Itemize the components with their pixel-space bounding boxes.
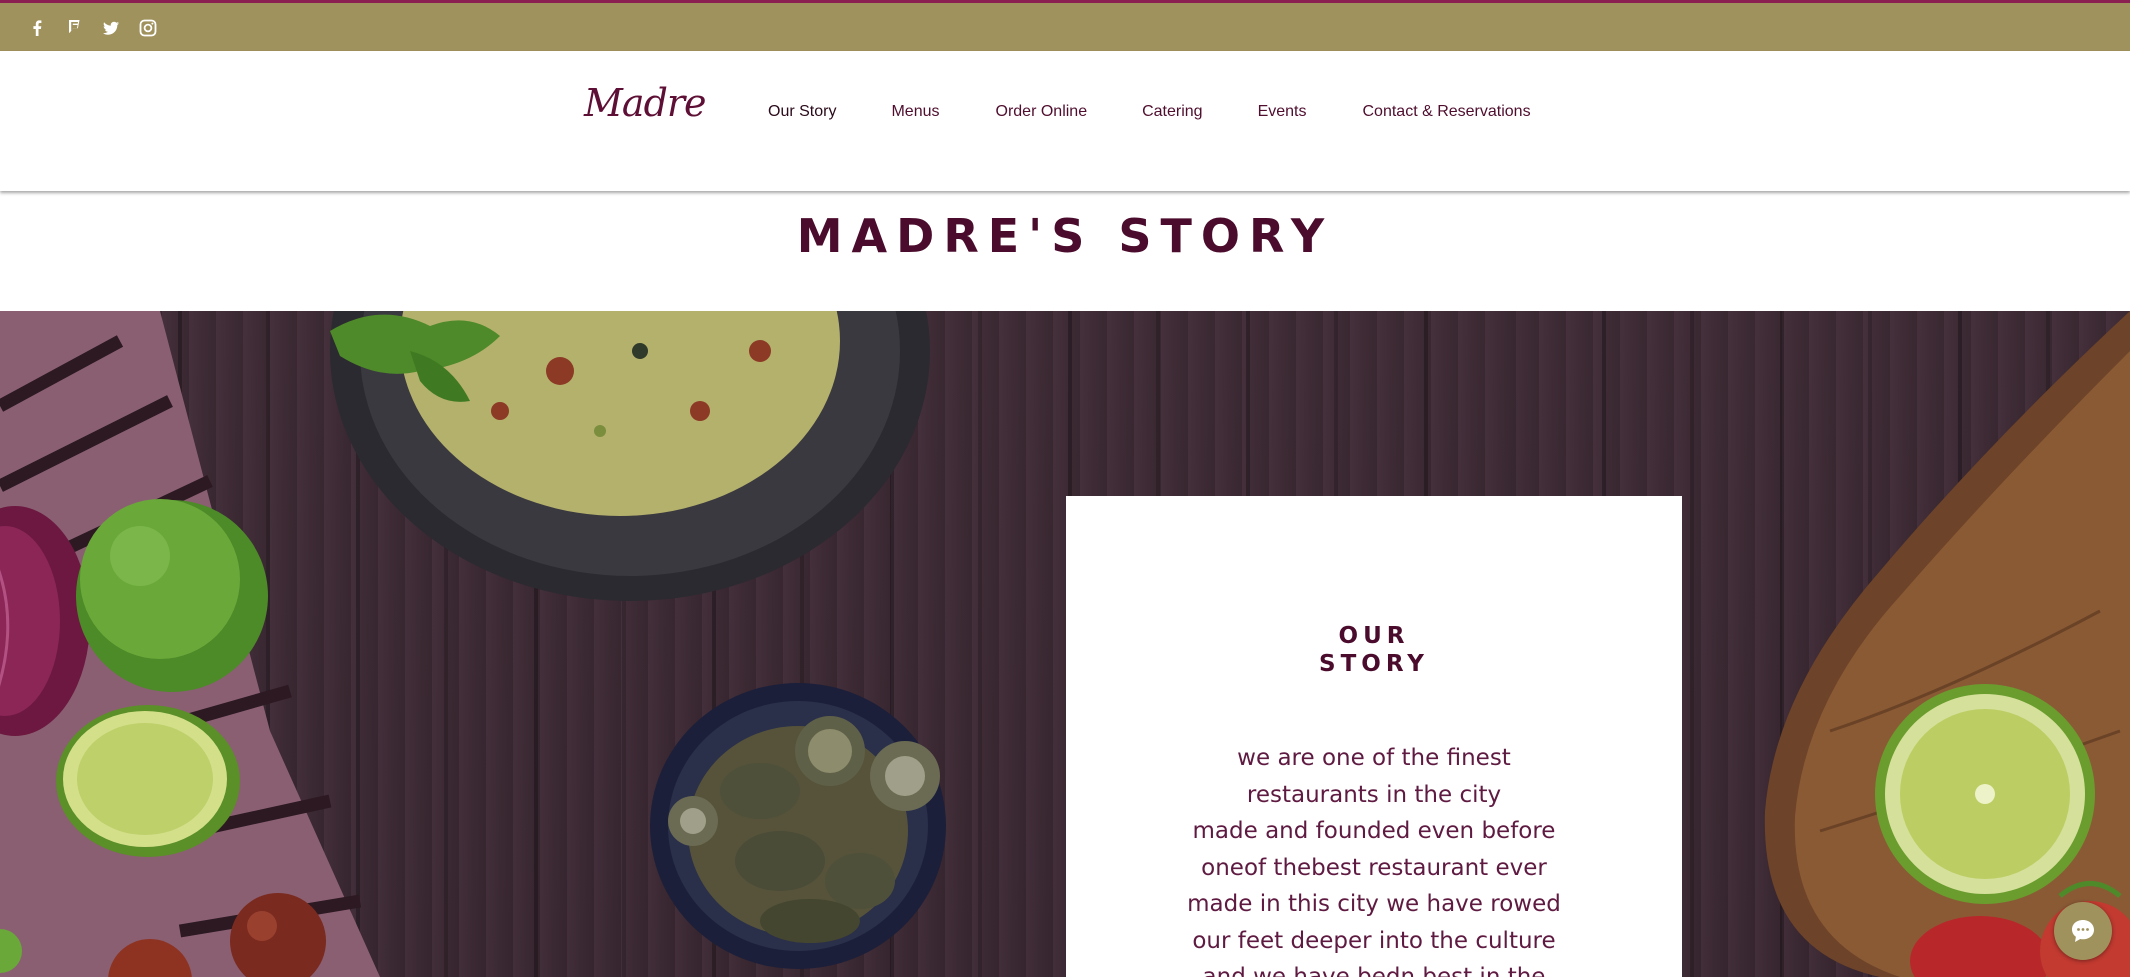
story-line: our feet deeper into the culture — [1192, 927, 1556, 954]
nav-our-story[interactable]: Our Story — [768, 103, 836, 121]
story-line: made in this city we have rowed — [1187, 891, 1561, 917]
cut-lime-right — [1875, 684, 2095, 904]
instagram-icon[interactable] — [138, 18, 158, 38]
hero-background-image — [0, 311, 2130, 977]
site-logo[interactable]: Madre — [584, 81, 707, 125]
our-story-card: OUR STORY we are one of the finest resta… — [1066, 496, 1682, 977]
site-header: Madre Our Story Menus Order Online Cater… — [0, 51, 2130, 191]
title-band: MADRE'S STORY — [0, 191, 2130, 311]
story-line: made and founded even before — [1192, 818, 1556, 844]
main-nav: Our Story Menus Order Online Catering Ev… — [768, 103, 1531, 121]
story-line: and we have bedn best in the — [1202, 964, 1546, 977]
story-line: restaurants in the city — [1246, 781, 1502, 808]
nav-catering[interactable]: Catering — [1142, 103, 1202, 121]
story-heading-line1: OUR — [1338, 623, 1410, 649]
jalapeno-bowl — [650, 683, 946, 969]
cut-lime-left — [56, 705, 240, 857]
chat-widget-button[interactable] — [2054, 902, 2112, 960]
nav-order-online[interactable]: Order Online — [996, 103, 1088, 121]
nav-events[interactable]: Events — [1258, 103, 1307, 121]
twitter-icon[interactable] — [101, 18, 121, 38]
hero-food-illustration — [0, 311, 2130, 977]
social-icons — [27, 18, 158, 38]
story-heading: OUR STORY — [1066, 622, 1682, 678]
facebook-icon[interactable] — [27, 18, 47, 38]
page-title: MADRE'S STORY — [796, 209, 1334, 263]
foursquare-icon[interactable] — [64, 18, 84, 38]
whole-lime — [76, 499, 268, 692]
story-line: we are one of the finest — [1237, 745, 1511, 771]
social-bar — [0, 0, 2130, 51]
chat-bubble-icon — [2072, 920, 2094, 942]
nav-contact-reservations[interactable]: Contact & Reservations — [1363, 103, 1531, 121]
nav-menus[interactable]: Menus — [891, 103, 939, 121]
story-body: we are one of the finest restaurants in … — [1066, 740, 1682, 977]
story-heading-line2: STORY — [1319, 651, 1429, 677]
story-line: oneof thebest restaurant ever — [1201, 854, 1547, 881]
